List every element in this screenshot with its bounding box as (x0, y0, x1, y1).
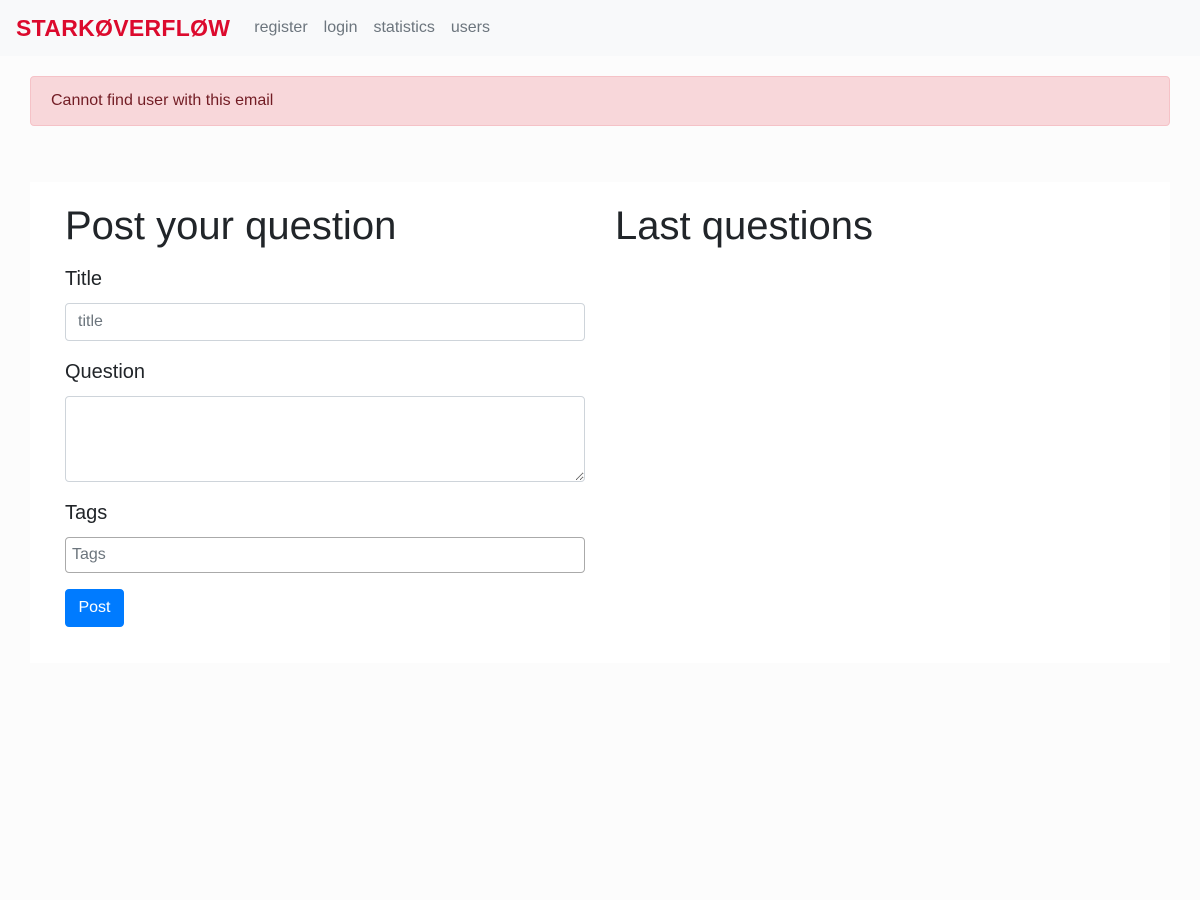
tags-input[interactable] (65, 537, 585, 573)
main-card: Post your question Title Question Tags P… (30, 182, 1170, 663)
brand-logo[interactable]: STARKØVERFLØW (16, 15, 230, 42)
nav-link-users[interactable]: users (451, 19, 490, 37)
nav-link-login[interactable]: login (324, 19, 358, 37)
top-navbar: STARKØVERFLØW register login statistics … (0, 0, 1200, 56)
tags-label: Tags (65, 502, 108, 524)
last-questions-heading: Last questions (615, 204, 873, 248)
nav-link-statistics[interactable]: statistics (373, 19, 434, 37)
nav-link-register[interactable]: register (254, 19, 307, 37)
title-input[interactable] (65, 303, 585, 341)
question-label: Question (65, 361, 146, 383)
error-alert-message: Cannot find user with this email (51, 92, 274, 109)
post-question-heading: Post your question (65, 204, 397, 248)
post-button[interactable]: Post (65, 589, 124, 627)
error-alert: Cannot find user with this email (30, 76, 1170, 126)
title-label: Title (65, 268, 103, 290)
question-textarea[interactable] (65, 396, 585, 482)
